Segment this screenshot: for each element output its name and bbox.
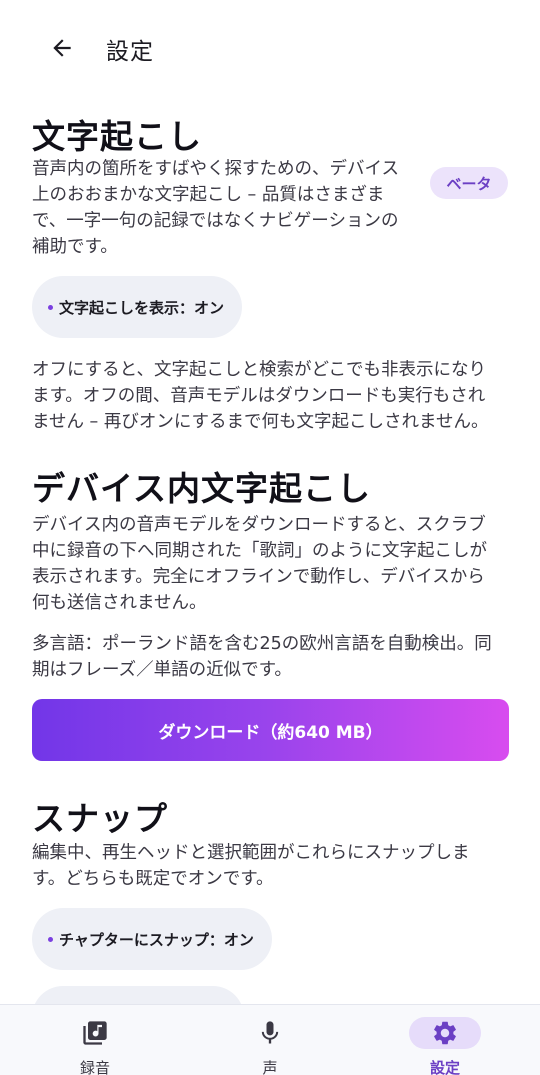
description-line: 編集中、再生ヘッドと選択範囲がこれらにスナップしま xyxy=(32,843,470,863)
nav-item-recordings[interactable]: 録音 xyxy=(5,1005,185,1075)
nav-icon-container xyxy=(59,1017,131,1049)
description-line: す。どちらも既定でオンです。 xyxy=(32,869,274,889)
status-dot xyxy=(48,936,53,942)
top-app-bar: 設定 xyxy=(0,0,540,96)
gear-icon xyxy=(434,1021,456,1045)
arrow-left-icon xyxy=(53,39,71,57)
nav-item-settings[interactable]: 設定 xyxy=(355,1005,535,1075)
download-model-button[interactable]: ダウンロード（約640 MB） xyxy=(32,699,509,761)
nav-icon-container xyxy=(409,1017,481,1049)
transcription-note: オフにすると、文字起こしと検索がどこでも非表示になり ます。オフの間、音声モデル… xyxy=(32,357,512,435)
description-line: 補助です。 xyxy=(32,237,118,257)
description-line: 中に録音の下へ同期された「歌詞」のように文字起こしが xyxy=(32,541,487,561)
nav-label: 設定 xyxy=(429,1059,460,1075)
description-line: で、一字一句の記録ではなくナビゲーションの xyxy=(32,211,399,231)
beta-badge: ベータ xyxy=(430,167,508,199)
page-title: 設定 xyxy=(106,39,154,65)
recordings-library-icon xyxy=(83,1021,107,1045)
back-button[interactable] xyxy=(38,26,86,70)
multilanguage-note: 多言語：ポーランド語を含む25の欧州言語を自動検出。同 期はフレーズ／単語の近似… xyxy=(32,631,512,683)
transcription-section-title: 文字起こし xyxy=(32,117,202,156)
on-device-description: デバイス内の音声モデルをダウンロードすると、スクラブ 中に録音の下へ同期された「… xyxy=(32,512,512,616)
note-line: 期はフレーズ／単語の近似です。 xyxy=(32,660,292,680)
note-line: ません – 再びオンにするまで何も文字起こしされません。 xyxy=(32,412,489,432)
description-line: 音声内の箇所をすばやく探すための、デバイス xyxy=(32,159,399,179)
snap-to-chapters-toggle[interactable]: チャプターにスナップ：オン xyxy=(32,908,272,970)
nav-label: 録音 xyxy=(79,1059,110,1075)
snap-section-title: スナップ xyxy=(32,799,168,838)
toggle-label: チャプターにスナップ：オン xyxy=(59,930,254,949)
nav-icon-container xyxy=(234,1017,306,1049)
transcription-description: 音声内の箇所をすばやく探すための、デバイス 上のおおまかな文字起こし – 品質は… xyxy=(32,156,422,260)
status-dot xyxy=(48,304,53,310)
description-line: デバイス内の音声モデルをダウンロードすると、スクラブ xyxy=(32,515,486,535)
show-transcription-toggle[interactable]: 文字起こしを表示：オン xyxy=(32,276,243,338)
nav-label: 声 xyxy=(262,1059,278,1075)
note-line: ます。オフの間、音声モデルはダウンロードも実行もされ xyxy=(32,386,486,406)
note-line: オフにすると、文字起こしと検索がどこでも非表示になり xyxy=(32,360,486,380)
on-device-section-title: デバイス内文字起こし xyxy=(32,469,372,508)
description-line: 表示されます。完全にオフラインで動作し、デバイスから xyxy=(32,567,485,587)
microphone-icon xyxy=(261,1021,279,1044)
bottom-navigation: 録音 声 設定 xyxy=(0,1004,540,1075)
toggle-label: 文字起こしを表示：オン xyxy=(59,298,225,317)
nav-item-voice[interactable]: 声 xyxy=(180,1005,360,1075)
note-line: 多言語：ポーランド語を含む25の欧州言語を自動検出。同 xyxy=(32,634,492,654)
description-line: 何も送信されません。 xyxy=(32,593,207,613)
description-line: 上のおおまかな文字起こし – 品質はさまざま xyxy=(32,185,385,205)
snap-description: 編集中、再生ヘッドと選択範囲がこれらにスナップしま す。どちらも既定でオンです。 xyxy=(32,840,512,892)
